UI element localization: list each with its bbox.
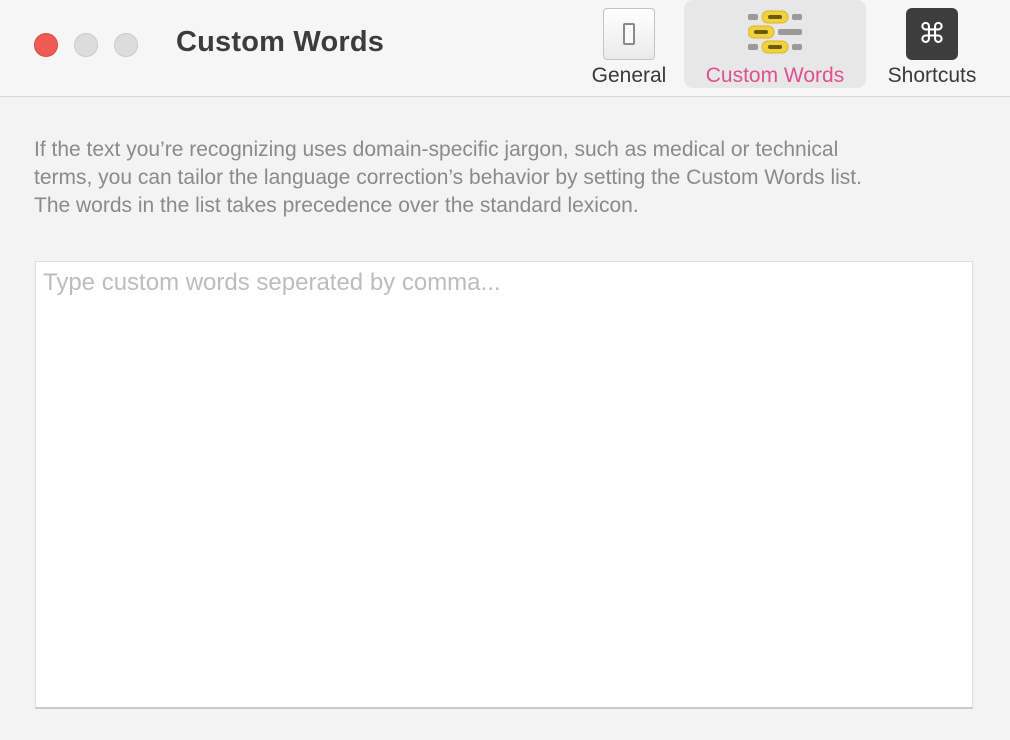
title-bar: Custom Words General Custom Words ⌘ Shor… bbox=[0, 0, 1010, 97]
description-line: The words in the list takes precedence o… bbox=[34, 194, 639, 217]
tab-general-label: General bbox=[591, 64, 667, 87]
tab-custom-words[interactable]: Custom Words bbox=[684, 0, 866, 88]
custom-words-icon bbox=[748, 10, 802, 54]
tab-custom-words-label: Custom Words bbox=[705, 64, 845, 87]
tab-general[interactable]: General bbox=[582, 0, 676, 88]
custom-words-textarea[interactable] bbox=[35, 261, 973, 709]
tab-shortcuts[interactable]: ⌘ Shortcuts bbox=[874, 0, 990, 88]
description-line: terms, you can tailor the language corre… bbox=[34, 166, 862, 189]
description-line: If the text you’re recognizing uses doma… bbox=[34, 138, 839, 161]
custom-words-description: If the text you’re recognizing uses doma… bbox=[34, 136, 984, 220]
command-key-icon: ⌘ bbox=[906, 8, 958, 60]
window-title: Custom Words bbox=[176, 26, 385, 58]
preferences-window: Custom Words General Custom Words ⌘ Shor… bbox=[0, 0, 1010, 740]
minimize-window-button[interactable] bbox=[74, 33, 98, 57]
close-window-button[interactable] bbox=[34, 33, 58, 57]
zoom-window-button[interactable] bbox=[114, 33, 138, 57]
toggle-switch-icon bbox=[603, 8, 655, 60]
tab-shortcuts-label: Shortcuts bbox=[887, 64, 977, 87]
